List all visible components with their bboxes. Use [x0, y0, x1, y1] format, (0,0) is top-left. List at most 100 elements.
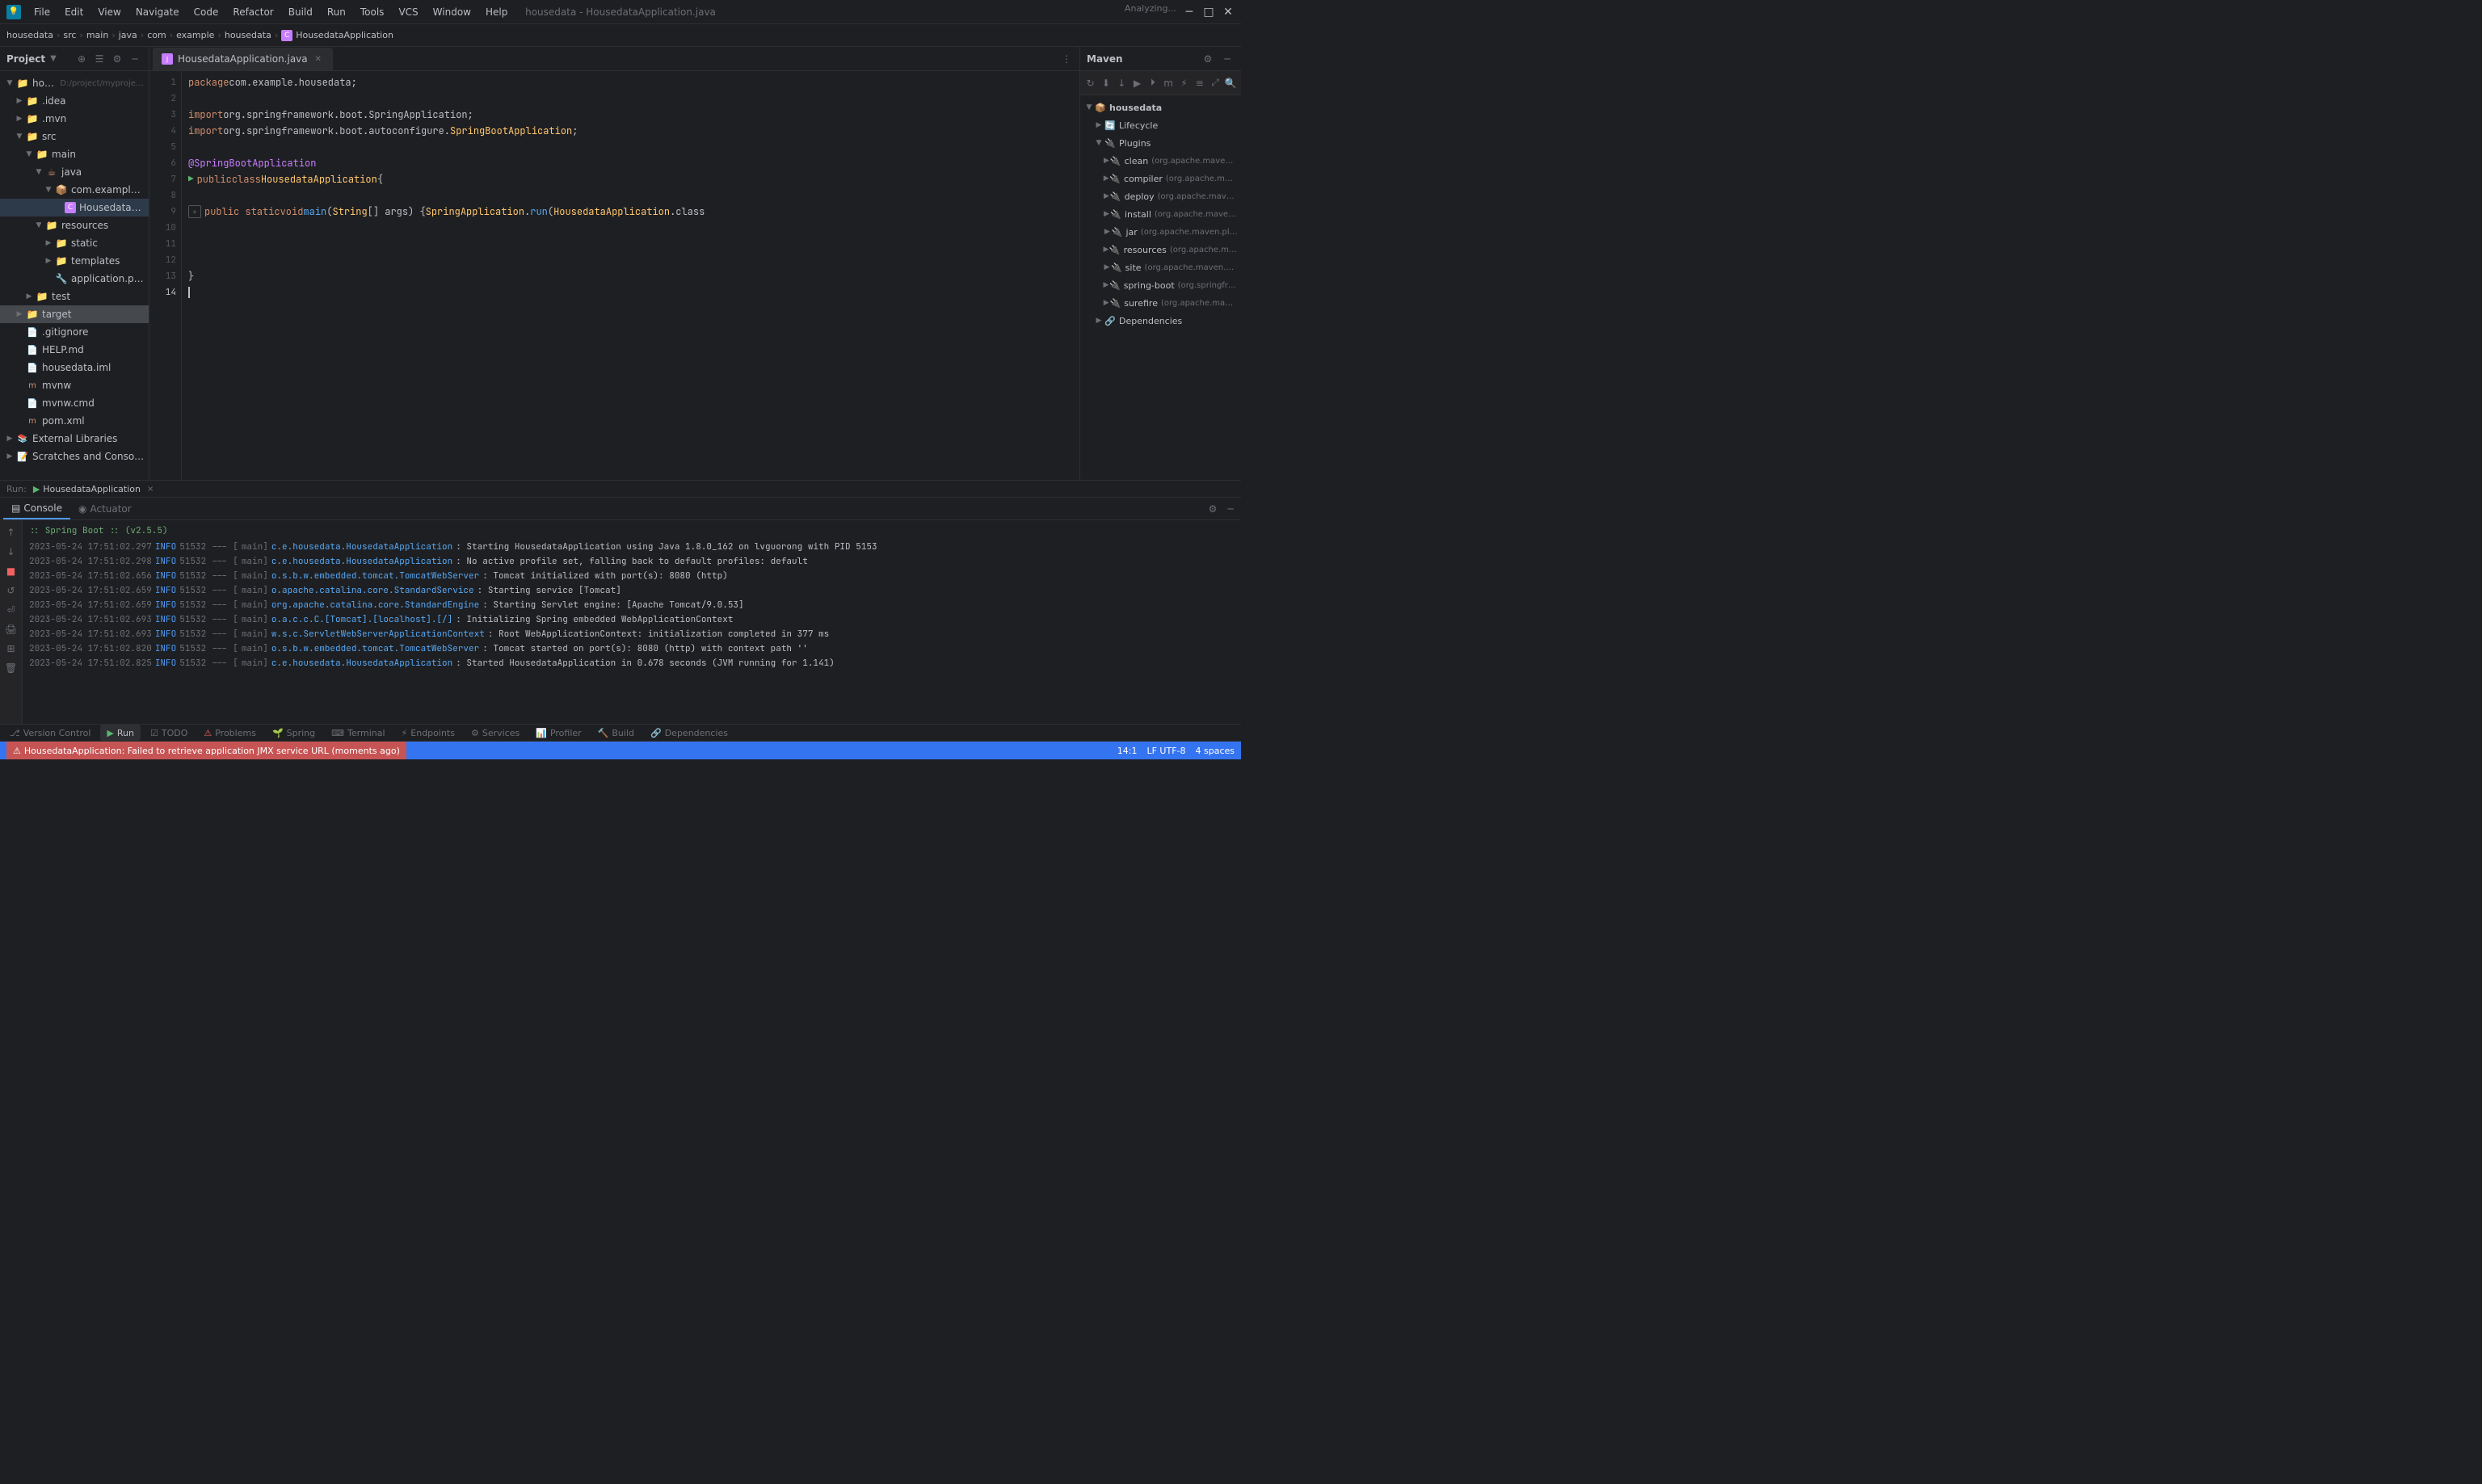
print-tool[interactable]: 🖨 — [2, 620, 20, 638]
tree-item-ext-libs[interactable]: ▶ 📚 External Libraries — [0, 430, 149, 448]
tab-close-button[interactable]: ✕ — [313, 53, 324, 65]
tree-item-static[interactable]: ▶ 📁 static — [0, 234, 149, 252]
maven-plugin-site[interactable]: ▶ 🔌 site (org.apache.maven.plugins:mav — [1080, 259, 1241, 276]
bottom-tab-dependencies[interactable]: 🔗 Dependencies — [644, 725, 734, 741]
bottom-tab-endpoints[interactable]: ⚡ Endpoints — [395, 725, 461, 741]
rerun-tool[interactable]: ↺ — [2, 582, 20, 599]
menu-build[interactable]: Build — [282, 5, 319, 19]
tree-item-java[interactable]: ▼ ☕ java — [0, 163, 149, 181]
menu-tools[interactable]: Tools — [354, 5, 391, 19]
maximize-button[interactable]: □ — [1202, 6, 1215, 19]
bottom-tab-terminal[interactable]: ⌨ Terminal — [325, 725, 391, 741]
tree-item-housedata[interactable]: ▼ 📁 housedata D:/project/myproject/proje… — [0, 74, 149, 92]
tree-item-housedataapp[interactable]: C HousedataApplication — [0, 199, 149, 217]
filter-tool[interactable]: ⊞ — [2, 640, 20, 658]
maven-profile[interactable]: m — [1161, 74, 1175, 92]
menu-navigate[interactable]: Navigate — [129, 5, 186, 19]
console-hide[interactable]: ─ — [1223, 502, 1238, 516]
maven-dependencies[interactable]: ▶ 🔗 Dependencies — [1080, 312, 1241, 330]
tree-item-templates[interactable]: ▶ 📁 templates — [0, 252, 149, 270]
maven-lifecycle[interactable]: ▶ 🔄 Lifecycle — [1080, 116, 1241, 134]
maven-plugin-jar[interactable]: ▶ 🔌 jar (org.apache.maven.plugins:ma — [1080, 223, 1241, 241]
breadcrumb-housedata2[interactable]: housedata — [225, 30, 271, 40]
scroll-up-tool[interactable]: ↑ — [2, 523, 20, 541]
maven-plugin-surefire[interactable]: ▶ 🔌 surefire (org.apache.maven.plugins:m… — [1080, 294, 1241, 312]
close-button[interactable]: ✕ — [1222, 6, 1235, 19]
maven-plugins[interactable]: ▼ 🔌 Plugins — [1080, 134, 1241, 152]
menu-help[interactable]: Help — [479, 5, 514, 19]
tree-item-help-md[interactable]: 📄 HELP.md — [0, 341, 149, 359]
bottom-tab-version-control[interactable]: ⎇ Version Control — [3, 725, 97, 741]
tree-item-main[interactable]: ▼ 📁 main — [0, 145, 149, 163]
run-config[interactable]: ▶ HousedataApplication — [33, 484, 141, 494]
tab-more-button[interactable]: ⋮ — [1057, 49, 1076, 69]
maven-hide[interactable]: ─ — [1220, 52, 1235, 66]
tree-item-pom-xml[interactable]: m pom.xml — [0, 412, 149, 430]
bottom-tab-problems[interactable]: ⚠ Problems — [197, 725, 263, 741]
bottom-tab-todo[interactable]: ☑ TODO — [144, 725, 194, 741]
status-indent[interactable]: 4 spaces — [1196, 746, 1235, 756]
menu-vcs[interactable]: VCS — [392, 5, 424, 19]
tree-item-idea[interactable]: ▶ 📁 .idea — [0, 92, 149, 110]
tree-item-resources[interactable]: ▼ 📁 resources — [0, 217, 149, 234]
stop-tool[interactable]: ■ — [2, 562, 20, 580]
tree-item-test[interactable]: ▶ 📁 test — [0, 288, 149, 305]
menu-run[interactable]: Run — [321, 5, 352, 19]
maven-plugin-deploy[interactable]: ▶ 🔌 deploy (org.apache.maven.plugins:ma — [1080, 187, 1241, 205]
maven-settings[interactable]: ⚙ — [1201, 52, 1215, 66]
status-error[interactable]: ⚠ HousedataApplication: Failed to retrie… — [6, 742, 406, 759]
hide-action[interactable]: ─ — [128, 52, 142, 66]
console-settings[interactable]: ⚙ — [1205, 502, 1220, 516]
bottom-tab-spring[interactable]: 🌱 Spring — [266, 725, 322, 741]
tree-item-app-props[interactable]: 🔧 application.properties — [0, 270, 149, 288]
tree-item-target[interactable]: ▶ 📁 target — [0, 305, 149, 323]
console-tab-actuator[interactable]: ◉ Actuator — [70, 498, 140, 519]
tree-item-mvn[interactable]: ▶ 📁 .mvn — [0, 110, 149, 128]
tree-item-com-example[interactable]: ▼ 📦 com.example.housedata — [0, 181, 149, 199]
maven-plugin-install[interactable]: ▶ 🔌 install (org.apache.maven.plugins:ma — [1080, 205, 1241, 223]
maven-download-src[interactable]: ↓ — [1115, 74, 1129, 92]
maven-skip[interactable]: ⚡ — [1177, 74, 1191, 92]
breadcrumb-class[interactable]: C HousedataApplication — [281, 30, 393, 41]
run-close-button[interactable]: × — [147, 485, 154, 494]
menu-code[interactable]: Code — [187, 5, 225, 19]
breadcrumb-src[interactable]: src — [63, 30, 76, 40]
menu-edit[interactable]: Edit — [58, 5, 90, 19]
maven-refresh[interactable]: ↻ — [1083, 74, 1097, 92]
breadcrumb-main[interactable]: main — [86, 30, 108, 40]
maven-collapse[interactable]: ⤢ — [1208, 74, 1222, 92]
editor-tab-housedataapp[interactable]: J HousedataApplication.java ✕ — [153, 48, 333, 70]
maven-toggle[interactable]: ≡ — [1193, 74, 1206, 92]
tree-item-mvnw[interactable]: m mvnw — [0, 376, 149, 394]
status-position[interactable]: 14:1 — [1117, 746, 1138, 756]
scope-action[interactable]: ⊕ — [74, 52, 89, 66]
tree-item-mvnw-cmd[interactable]: 📄 mvnw.cmd — [0, 394, 149, 412]
breadcrumb-com[interactable]: com — [147, 30, 166, 40]
bottom-tab-profiler[interactable]: 📊 Profiler — [529, 725, 587, 741]
maven-search[interactable]: 🔍 — [1224, 74, 1238, 92]
menu-window[interactable]: Window — [427, 5, 477, 19]
maven-root[interactable]: ▼ 📦 housedata — [1080, 99, 1241, 116]
tree-item-scratches[interactable]: ▶ 📝 Scratches and Consoles — [0, 448, 149, 465]
bottom-tab-build[interactable]: 🔨 Build — [591, 725, 641, 741]
menu-refactor[interactable]: Refactor — [226, 5, 280, 19]
console-tab-console[interactable]: ▤ Console — [3, 498, 70, 519]
maven-download[interactable]: ⬇ — [1099, 74, 1113, 92]
clear-tool[interactable]: 🗑 — [2, 659, 20, 677]
tree-item-gitignore[interactable]: 📄 .gitignore — [0, 323, 149, 341]
tree-item-src[interactable]: ▼ 📁 src — [0, 128, 149, 145]
breadcrumb-java[interactable]: java — [119, 30, 137, 40]
maven-plugin-spring-boot[interactable]: ▶ 🔌 spring-boot (org.springframework.boo — [1080, 276, 1241, 294]
wrap-tool[interactable]: ⏎ — [2, 601, 20, 619]
bottom-tab-services[interactable]: ⚙ Services — [465, 725, 526, 741]
code-content[interactable]: package com.example.housedata; import or… — [182, 71, 1079, 480]
breadcrumb-example[interactable]: example — [176, 30, 214, 40]
maven-plugin-compiler[interactable]: ▶ 🔌 compiler (org.apache.maven.plugins:m — [1080, 170, 1241, 187]
scroll-down-tool[interactable]: ↓ — [2, 543, 20, 561]
bottom-tab-run[interactable]: ▶ Run — [100, 725, 141, 741]
maven-execute[interactable]: ▶ — [1130, 74, 1144, 92]
maven-plugin-resources[interactable]: ▶ 🔌 resources (org.apache.maven.plugins:… — [1080, 241, 1241, 259]
menu-file[interactable]: File — [27, 5, 57, 19]
settings-action[interactable]: ⚙ — [110, 52, 124, 66]
code-editor[interactable]: 1 2 3 4 5 6 7 8 9 10 11 12 13 14 package… — [149, 71, 1079, 480]
